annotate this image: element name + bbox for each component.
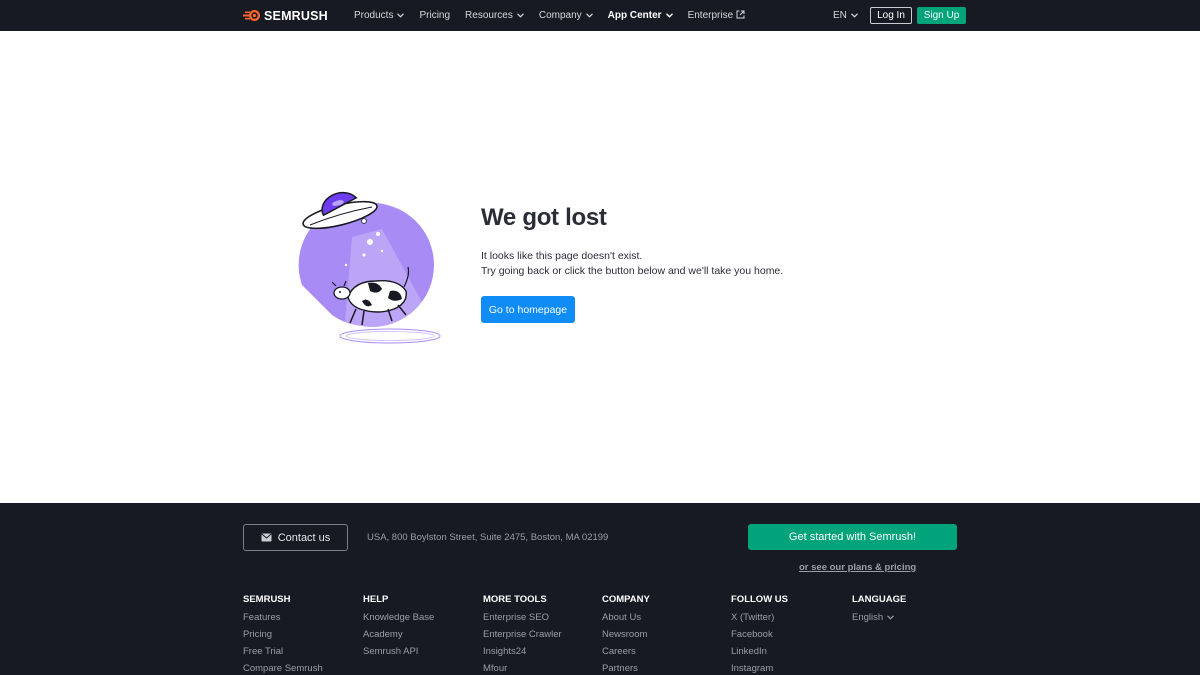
nav-company[interactable]: Company (539, 10, 593, 21)
ufo-cow-illustration (298, 185, 443, 347)
footer-link[interactable]: Facebook (731, 626, 788, 643)
footer-column-title: MORE TOOLS (483, 594, 547, 605)
get-started-button[interactable]: Get started with Semrush! (748, 524, 957, 550)
signup-button[interactable]: Sign Up (917, 7, 966, 24)
footer-link[interactable]: Pricing (243, 626, 323, 643)
mail-icon (261, 533, 272, 542)
go-to-homepage-button[interactable]: Go to homepage (481, 296, 575, 323)
footer-link[interactable]: Newsroom (602, 626, 650, 643)
nav-resources-label: Resources (465, 10, 513, 21)
chevron-down-icon (516, 10, 524, 21)
nav-enterprise-label: Enterprise (687, 10, 734, 21)
company-address: USA, 800 Boylston Street, Suite 2475, Bo… (367, 532, 609, 543)
footer-link[interactable]: Enterprise Crawler (483, 626, 562, 643)
footer-column-company: COMPANY About Us Newsroom Careers Partne… (602, 594, 650, 675)
footer-column-title: LANGUAGE (852, 594, 907, 605)
nav-enterprise[interactable]: Enterprise (688, 10, 746, 22)
footer-column-language: LANGUAGE English (852, 594, 906, 626)
semrush-logo[interactable]: SEMRUSH (243, 8, 328, 23)
footer-link[interactable]: Features (243, 609, 323, 626)
main-nav: Products Pricing Resources Company App C… (354, 0, 760, 31)
footer-link[interactable]: Knowledge Base (363, 609, 434, 626)
logo-wordmark: SEMRUSH (264, 8, 328, 23)
footer-language-selector[interactable]: English (852, 609, 906, 626)
language-code: EN (833, 10, 847, 21)
footer-link[interactable]: Free Trial (243, 643, 323, 660)
footer-link[interactable]: Careers (602, 643, 650, 660)
footer-column-semrush: SEMRUSH Features Pricing Free Trial Comp… (243, 594, 323, 675)
nav-app-center-label: App Center (607, 10, 662, 21)
nav-products[interactable]: Products (354, 10, 405, 21)
footer-column-title: SEMRUSH (243, 594, 291, 605)
chevron-down-icon (665, 10, 673, 21)
footer-link[interactable]: Compare Semrush (243, 660, 323, 675)
chevron-down-icon (397, 10, 405, 21)
chevron-down-icon (850, 10, 858, 21)
footer: Contact us USA, 800 Boylston Street, Sui… (0, 503, 1200, 675)
language-selector[interactable]: EN (833, 0, 858, 31)
nav-pricing-label: Pricing (419, 10, 451, 21)
footer-link[interactable]: Insights24 (483, 643, 562, 660)
footer-column-more-tools: MORE TOOLS Enterprise SEO Enterprise Cra… (483, 594, 562, 675)
footer-link[interactable]: Semrush API (363, 643, 434, 660)
external-link-icon (736, 10, 745, 22)
footer-column-title: HELP (363, 594, 389, 605)
contact-us-label: Contact us (277, 531, 331, 544)
footer-link[interactable]: LinkedIn (731, 643, 788, 660)
footer-link[interactable]: Instagram (731, 660, 788, 675)
nav-pricing[interactable]: Pricing (419, 10, 450, 21)
footer-link[interactable]: Enterprise SEO (483, 609, 562, 626)
nav-app-center[interactable]: App Center (608, 10, 673, 21)
footer-column-title: FOLLOW US (731, 594, 788, 605)
chevron-down-icon (887, 609, 895, 626)
footer-link[interactable]: Mfour (483, 660, 562, 675)
plans-pricing-link[interactable]: or see our plans & pricing (799, 562, 916, 573)
footer-language-label: English (852, 612, 884, 623)
footer-link[interactable]: About Us (602, 609, 650, 626)
footer-link[interactable]: Academy (363, 626, 434, 643)
error-title: We got lost (481, 204, 607, 231)
footer-column-help: HELP Knowledge Base Academy Semrush API (363, 594, 434, 660)
error-message-line-2: Try going back or click the button below… (481, 265, 784, 277)
error-message-line-1: It looks like this page doesn't exist. (481, 250, 643, 262)
semrush-logo-icon (243, 9, 261, 22)
nav-resources[interactable]: Resources (465, 10, 524, 21)
footer-link[interactable]: Partners (602, 660, 650, 675)
nav-company-label: Company (538, 10, 582, 21)
nav-products-label: Products (354, 10, 394, 21)
chevron-down-icon (585, 10, 593, 21)
footer-column-title: COMPANY (602, 594, 650, 605)
top-navigation-bar: SEMRUSH Products Pricing Resources Compa… (0, 0, 1200, 31)
footer-column-follow-us: FOLLOW US X (Twitter) Facebook LinkedIn … (731, 594, 788, 675)
contact-us-button[interactable]: Contact us (243, 524, 348, 551)
footer-link[interactable]: X (Twitter) (731, 609, 788, 626)
login-button[interactable]: Log In (870, 7, 912, 24)
